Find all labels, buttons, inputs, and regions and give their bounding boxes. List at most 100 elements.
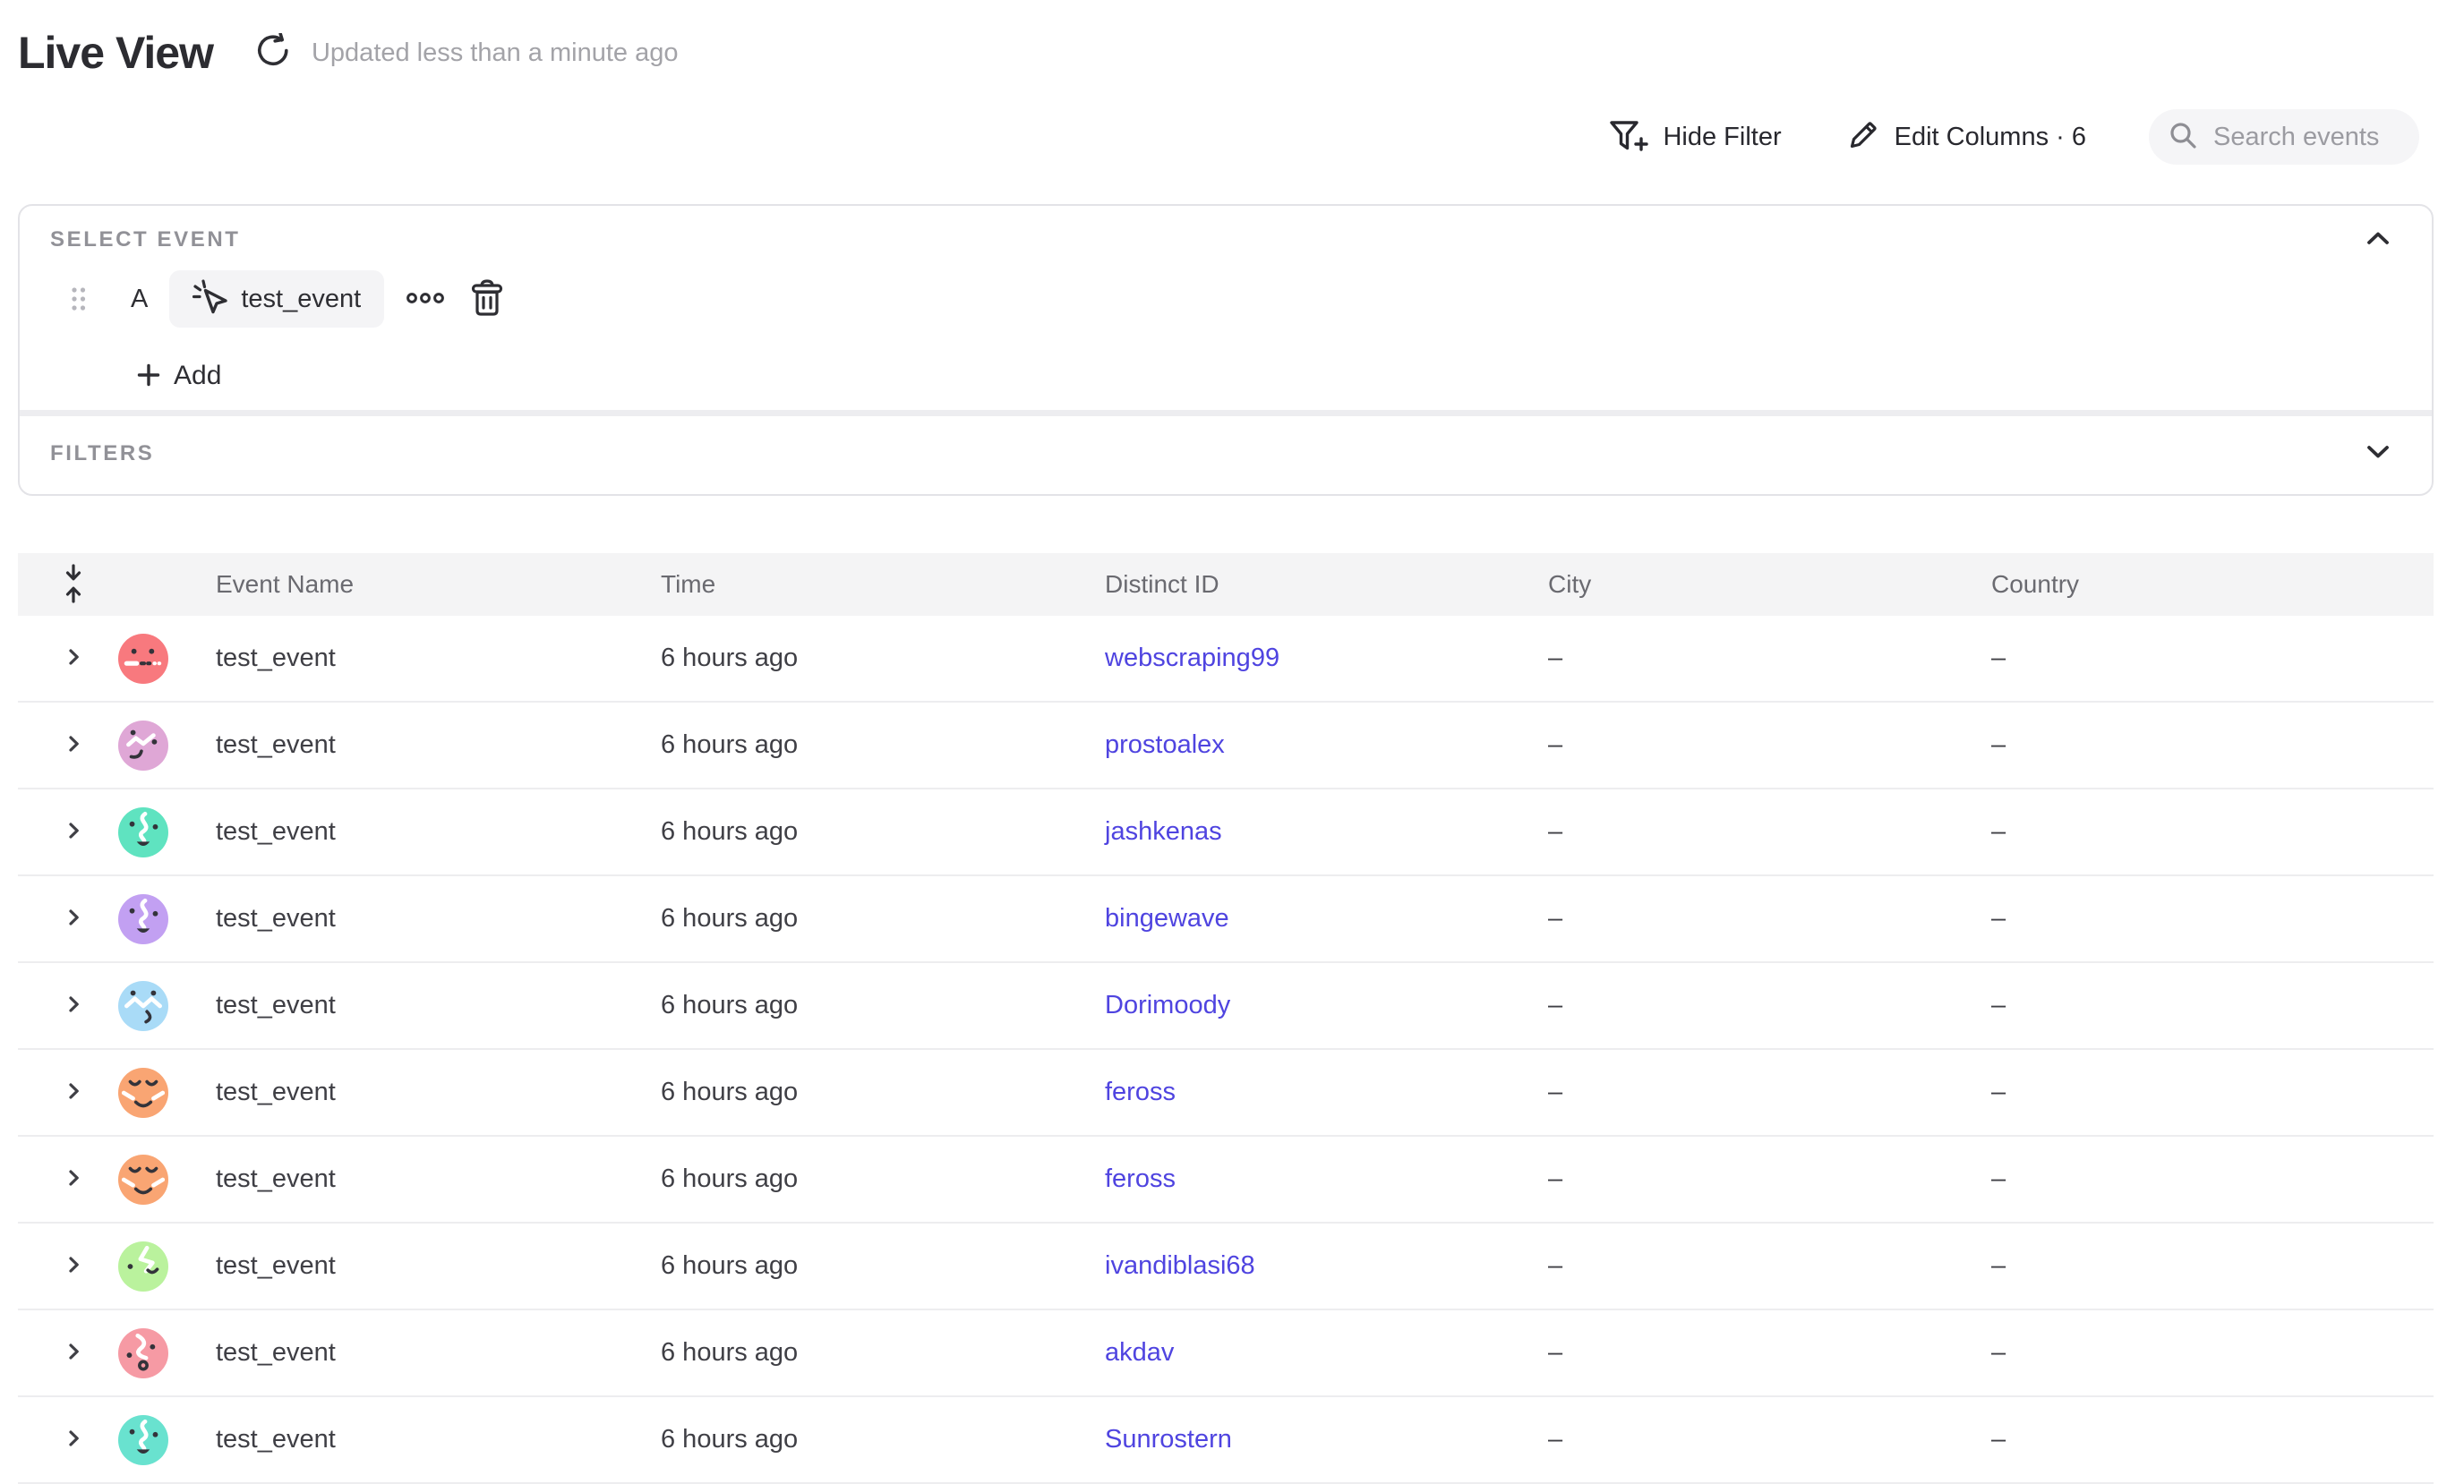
table-row[interactable]: test_event 6 hours ago bingewave – –	[18, 876, 2434, 963]
refresh-icon	[253, 33, 291, 73]
query-builder-panel: SELECT EVENT	[18, 204, 2434, 496]
chevron-right-icon	[64, 734, 83, 756]
cell-time: 6 hours ago	[661, 1164, 1105, 1194]
cell-city: –	[1548, 991, 1991, 1020]
table-header-row: Event Name Time Distinct ID City Country	[18, 553, 2434, 616]
distinct-id-link[interactable]: akdav	[1105, 1338, 1174, 1367]
event-select-chip[interactable]: test_event	[169, 270, 384, 328]
cell-country: –	[1991, 644, 2434, 673]
user-avatar	[118, 1155, 168, 1205]
user-avatar	[118, 1328, 168, 1378]
expand-row-button[interactable]	[64, 647, 83, 670]
chevron-right-icon	[64, 994, 83, 1017]
cell-event-name: test_event	[216, 1164, 661, 1194]
distinct-id-link[interactable]: feross	[1105, 1078, 1176, 1106]
search-events-input[interactable]	[2212, 122, 2401, 153]
three-dots-icon	[406, 289, 445, 310]
user-avatar	[118, 1241, 168, 1292]
distinct-id-link[interactable]: ivandiblasi68	[1105, 1251, 1255, 1280]
plus-icon	[136, 362, 161, 390]
chevron-right-icon	[64, 1255, 83, 1277]
drag-handle-icon[interactable]	[70, 285, 88, 313]
column-header-event-name: Event Name	[216, 570, 661, 599]
cell-country: –	[1991, 1251, 2434, 1281]
user-avatar	[118, 1068, 168, 1118]
table-row[interactable]: test_event 6 hours ago Sunrostern – –	[18, 1397, 2434, 1484]
events-table: Event Name Time Distinct ID City Country…	[18, 553, 2434, 1484]
page-header: Live View Updated less than a minute ago	[18, 18, 678, 88]
refresh-button[interactable]	[252, 33, 292, 72]
user-avatar	[118, 807, 168, 857]
expand-row-button[interactable]	[64, 734, 83, 756]
distinct-id-link[interactable]: jashkenas	[1105, 817, 1222, 846]
select-event-label: SELECT EVENT	[50, 227, 241, 252]
expand-row-button[interactable]	[64, 1342, 83, 1364]
trash-icon	[470, 278, 504, 320]
cell-time: 6 hours ago	[661, 1251, 1105, 1281]
hide-filter-label: Hide Filter	[1663, 123, 1781, 152]
user-avatar	[118, 634, 168, 684]
chevron-right-icon	[64, 908, 83, 930]
select-event-section: SELECT EVENT	[20, 206, 2432, 410]
distinct-id-link[interactable]: bingewave	[1105, 904, 1229, 933]
table-row[interactable]: test_event 6 hours ago prostoalex – –	[18, 703, 2434, 789]
expand-row-button[interactable]	[64, 1429, 83, 1451]
cell-city: –	[1548, 1425, 1991, 1454]
cell-country: –	[1991, 817, 2434, 847]
add-event-button[interactable]: Add	[136, 356, 221, 396]
table-row[interactable]: test_event 6 hours ago webscraping99 – –	[18, 616, 2434, 703]
distinct-id-link[interactable]: feross	[1105, 1164, 1176, 1193]
expand-row-button[interactable]	[64, 994, 83, 1017]
distinct-id-link[interactable]: prostoalex	[1105, 730, 1225, 759]
cell-event-name: test_event	[216, 1425, 661, 1454]
delete-clause-button[interactable]	[470, 278, 504, 320]
distinct-id-link[interactable]: Dorimoody	[1105, 991, 1230, 1019]
edit-columns-label: Edit Columns · 6	[1895, 123, 2086, 152]
chevron-right-icon	[64, 1342, 83, 1364]
expand-row-button[interactable]	[64, 1081, 83, 1104]
cell-event-name: test_event	[216, 817, 661, 847]
cell-time: 6 hours ago	[661, 644, 1105, 673]
updated-status: Updated less than a minute ago	[312, 38, 679, 68]
edit-columns-button[interactable]: Edit Columns · 6	[1844, 118, 2086, 157]
cell-city: –	[1548, 1251, 1991, 1281]
table-row[interactable]: test_event 6 hours ago feross – –	[18, 1137, 2434, 1224]
user-avatar	[118, 1415, 168, 1465]
cell-city: –	[1548, 817, 1991, 847]
expand-row-button[interactable]	[64, 1168, 83, 1190]
table-row[interactable]: test_event 6 hours ago Dorimoody – –	[18, 963, 2434, 1050]
table-row[interactable]: test_event 6 hours ago jashkenas – –	[18, 789, 2434, 876]
collapse-rows-icon	[61, 561, 86, 609]
cell-city: –	[1548, 1338, 1991, 1368]
cell-event-name: test_event	[216, 904, 661, 934]
table-row[interactable]: test_event 6 hours ago ivandiblasi68 – –	[18, 1224, 2434, 1310]
search-events-box[interactable]	[2149, 109, 2419, 165]
collapse-rows-button[interactable]	[61, 561, 86, 609]
expand-row-button[interactable]	[64, 908, 83, 930]
distinct-id-link[interactable]: Sunrostern	[1105, 1425, 1232, 1454]
collapse-section-button[interactable]	[2358, 224, 2398, 254]
search-icon	[2169, 121, 2197, 154]
table-row[interactable]: test_event 6 hours ago akdav – –	[18, 1310, 2434, 1397]
column-header-country: Country	[1991, 570, 2434, 599]
click-cursor-icon	[192, 278, 228, 320]
chevron-down-icon	[2366, 444, 2391, 463]
table-row[interactable]: test_event 6 hours ago feross – –	[18, 1050, 2434, 1137]
cell-country: –	[1991, 730, 2434, 760]
column-header-city: City	[1548, 570, 1991, 599]
more-options-button[interactable]	[406, 289, 445, 310]
expand-filters-button[interactable]	[2358, 438, 2398, 468]
cell-time: 6 hours ago	[661, 1338, 1105, 1368]
cell-city: –	[1548, 1078, 1991, 1107]
pencil-icon	[1844, 118, 1880, 157]
cell-country: –	[1991, 1338, 2434, 1368]
cell-time: 6 hours ago	[661, 817, 1105, 847]
hide-filter-button[interactable]: Hide Filter	[1607, 117, 1781, 158]
chevron-right-icon	[64, 821, 83, 843]
funnel-plus-icon	[1607, 117, 1648, 158]
distinct-id-link[interactable]: webscraping99	[1105, 644, 1279, 672]
cell-country: –	[1991, 904, 2434, 934]
page-title: Live View	[18, 27, 213, 79]
expand-row-button[interactable]	[64, 1255, 83, 1277]
expand-row-button[interactable]	[64, 821, 83, 843]
